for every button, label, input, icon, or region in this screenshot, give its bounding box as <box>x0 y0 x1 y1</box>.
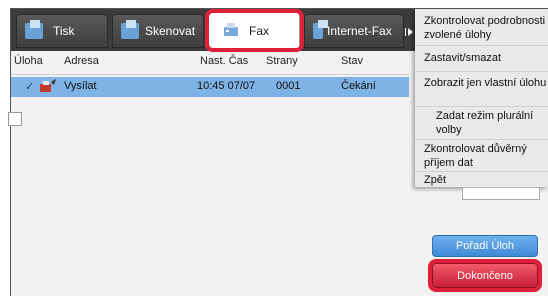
tab-scan[interactable]: Skenovat <box>112 14 204 48</box>
tab-scroll-bar <box>405 28 406 36</box>
tab-internet-fax[interactable]: Internet-Fax <box>304 14 404 48</box>
column-header-time: Nast. Čas <box>200 55 249 67</box>
menu-item-back-label: Zpět <box>424 174 447 186</box>
row-time: 10:45 07/07 <box>197 80 256 92</box>
tab-fax[interactable]: Fax <box>208 12 300 50</box>
row-status: Čekání <box>341 80 376 92</box>
menu-item-check-details[interactable]: Zkontrolovat podrobnosti zvolené úlohy <box>415 9 548 46</box>
job-order-button[interactable]: Pořadí Úloh <box>432 235 538 257</box>
row-address: Vysílat <box>64 80 97 92</box>
column-header-address: Adresa <box>64 55 99 67</box>
send-fax-icon <box>40 79 56 98</box>
tab-fax-label: Fax <box>249 24 270 38</box>
menu-item-confidential-receive-label: Zkontrolovat důvěrný příjem dat <box>424 143 527 169</box>
tab-internet-fax-label: Internet-Fax <box>327 24 392 38</box>
menu-item-back[interactable]: Zpět <box>415 172 548 187</box>
print-icon <box>25 20 43 39</box>
menu-item-confidential-receive[interactable]: Zkontrolovat důvěrný příjem dat <box>415 140 548 172</box>
menu-item-plural-mode-label: Zadat režim plurální volby <box>436 110 534 136</box>
row-pages: 0001 <box>276 80 301 92</box>
tab-scroll-arrow-icon[interactable] <box>408 28 413 36</box>
menu-item-stop-delete-label: Zastavit/smazat <box>424 52 502 64</box>
hidden-panel-edge <box>462 188 540 200</box>
done-button-label: Dokončeno <box>457 269 513 282</box>
column-header-status: Stav <box>341 55 364 67</box>
done-button[interactable]: Dokončeno <box>432 263 538 288</box>
menu-item-own-jobs[interactable]: Zobrazit jen vlastní úlohu <box>415 72 548 107</box>
fax-icon <box>223 23 239 39</box>
internet-fax-icon <box>313 20 328 39</box>
menu-item-check-details-label: Zkontrolovat podrobnosti zvolené úlohy <box>424 15 546 41</box>
column-header-job: Úloha <box>14 55 43 67</box>
menu-item-stop-delete[interactable]: Zastavit/smazat <box>415 46 548 72</box>
selected-check-icon: ✓ <box>25 81 35 93</box>
plural-mode-checkbox[interactable] <box>8 112 22 126</box>
header-divider <box>11 74 409 75</box>
column-header-pages: Strany <box>266 55 298 67</box>
menu-item-own-jobs-label: Zobrazit jen vlastní úlohu <box>424 77 547 89</box>
tab-print-label: Tisk <box>53 24 75 38</box>
menu-item-plural-mode[interactable]: Zadat režim plurální volby <box>415 107 548 140</box>
job-order-button-label: Pořadí Úloh <box>455 240 515 252</box>
tab-scan-label: Skenovat <box>145 24 196 38</box>
action-menu: Zkontrolovat podrobnosti zvolené úlohy Z… <box>415 9 548 187</box>
scan-icon <box>121 20 139 39</box>
tab-print[interactable]: Tisk <box>16 14 108 48</box>
